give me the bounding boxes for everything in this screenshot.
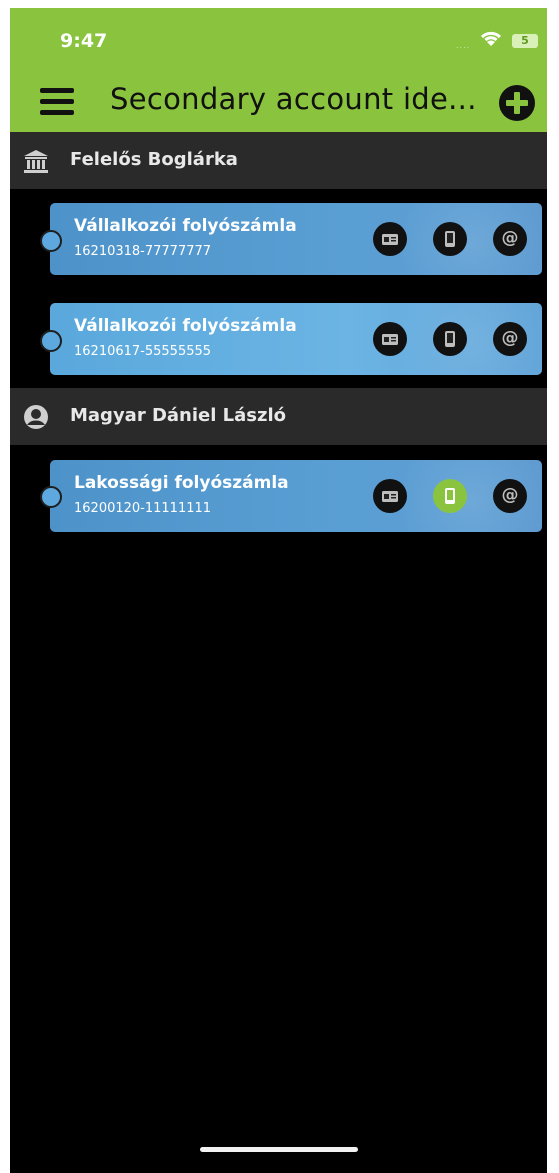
account-number: 16210617-55555555 bbox=[74, 344, 212, 359]
phone-button[interactable] bbox=[433, 479, 467, 513]
group-name: Felelős Boglárka bbox=[70, 149, 238, 170]
menu-bar-line bbox=[40, 99, 74, 104]
app-screen: 9:47 .... 5 Secondary account ide... Fel… bbox=[10, 8, 547, 1173]
email-button[interactable]: @ bbox=[493, 322, 527, 356]
group-header: Felelős Boglárka bbox=[10, 132, 547, 189]
menu-bar-line bbox=[40, 110, 74, 115]
page-title: Secondary account ide... bbox=[110, 82, 477, 116]
account-name: Vállalkozói folyószámla bbox=[74, 216, 297, 236]
phone-icon bbox=[445, 331, 455, 347]
id-card-icon bbox=[382, 334, 398, 345]
account-marker bbox=[40, 330, 62, 352]
at-sign-icon: @ bbox=[501, 328, 519, 348]
email-button[interactable]: @ bbox=[493, 479, 527, 513]
id-card-icon bbox=[382, 491, 398, 502]
menu-button[interactable] bbox=[40, 88, 74, 116]
status-bar: 9:47 .... 5 bbox=[10, 8, 547, 70]
header: 9:47 .... 5 Secondary account ide... bbox=[10, 8, 547, 132]
user-icon bbox=[24, 405, 48, 429]
id-card-button[interactable] bbox=[373, 322, 407, 356]
status-time: 9:47 bbox=[60, 30, 108, 52]
home-indicator[interactable] bbox=[200, 1147, 358, 1152]
account-marker bbox=[40, 230, 62, 252]
group-name: Magyar Dániel László bbox=[70, 405, 287, 426]
account-name: Vállalkozói folyószámla bbox=[74, 316, 297, 336]
account-number: 16210318-77777777 bbox=[74, 244, 212, 259]
account-number: 16200120-11111111 bbox=[74, 501, 212, 516]
email-button[interactable]: @ bbox=[493, 222, 527, 256]
account-marker bbox=[40, 486, 62, 508]
signal-indicator: .... bbox=[456, 41, 471, 50]
group-header: Magyar Dániel László bbox=[10, 388, 547, 445]
battery-indicator: 5 bbox=[512, 34, 538, 48]
account-card[interactable]: Vállalkozói folyószámla 16210318-7777777… bbox=[50, 203, 542, 275]
at-sign-icon: @ bbox=[501, 485, 519, 505]
account-card[interactable]: Vállalkozói folyószámla 16210617-5555555… bbox=[50, 303, 542, 375]
account-card[interactable]: Lakossági folyószámla 16200120-11111111 … bbox=[50, 460, 542, 532]
id-card-icon bbox=[382, 234, 398, 245]
at-sign-icon: @ bbox=[501, 228, 519, 248]
phone-icon bbox=[445, 231, 455, 247]
phone-button[interactable] bbox=[433, 222, 467, 256]
phone-button[interactable] bbox=[433, 322, 467, 356]
id-card-button[interactable] bbox=[373, 222, 407, 256]
account-name: Lakossági folyószámla bbox=[74, 473, 289, 493]
bank-icon bbox=[24, 150, 48, 173]
id-card-button[interactable] bbox=[373, 479, 407, 513]
menu-bar-line bbox=[40, 88, 74, 93]
wifi-icon bbox=[480, 31, 502, 46]
phone-icon bbox=[445, 488, 455, 504]
add-button[interactable] bbox=[499, 85, 535, 121]
